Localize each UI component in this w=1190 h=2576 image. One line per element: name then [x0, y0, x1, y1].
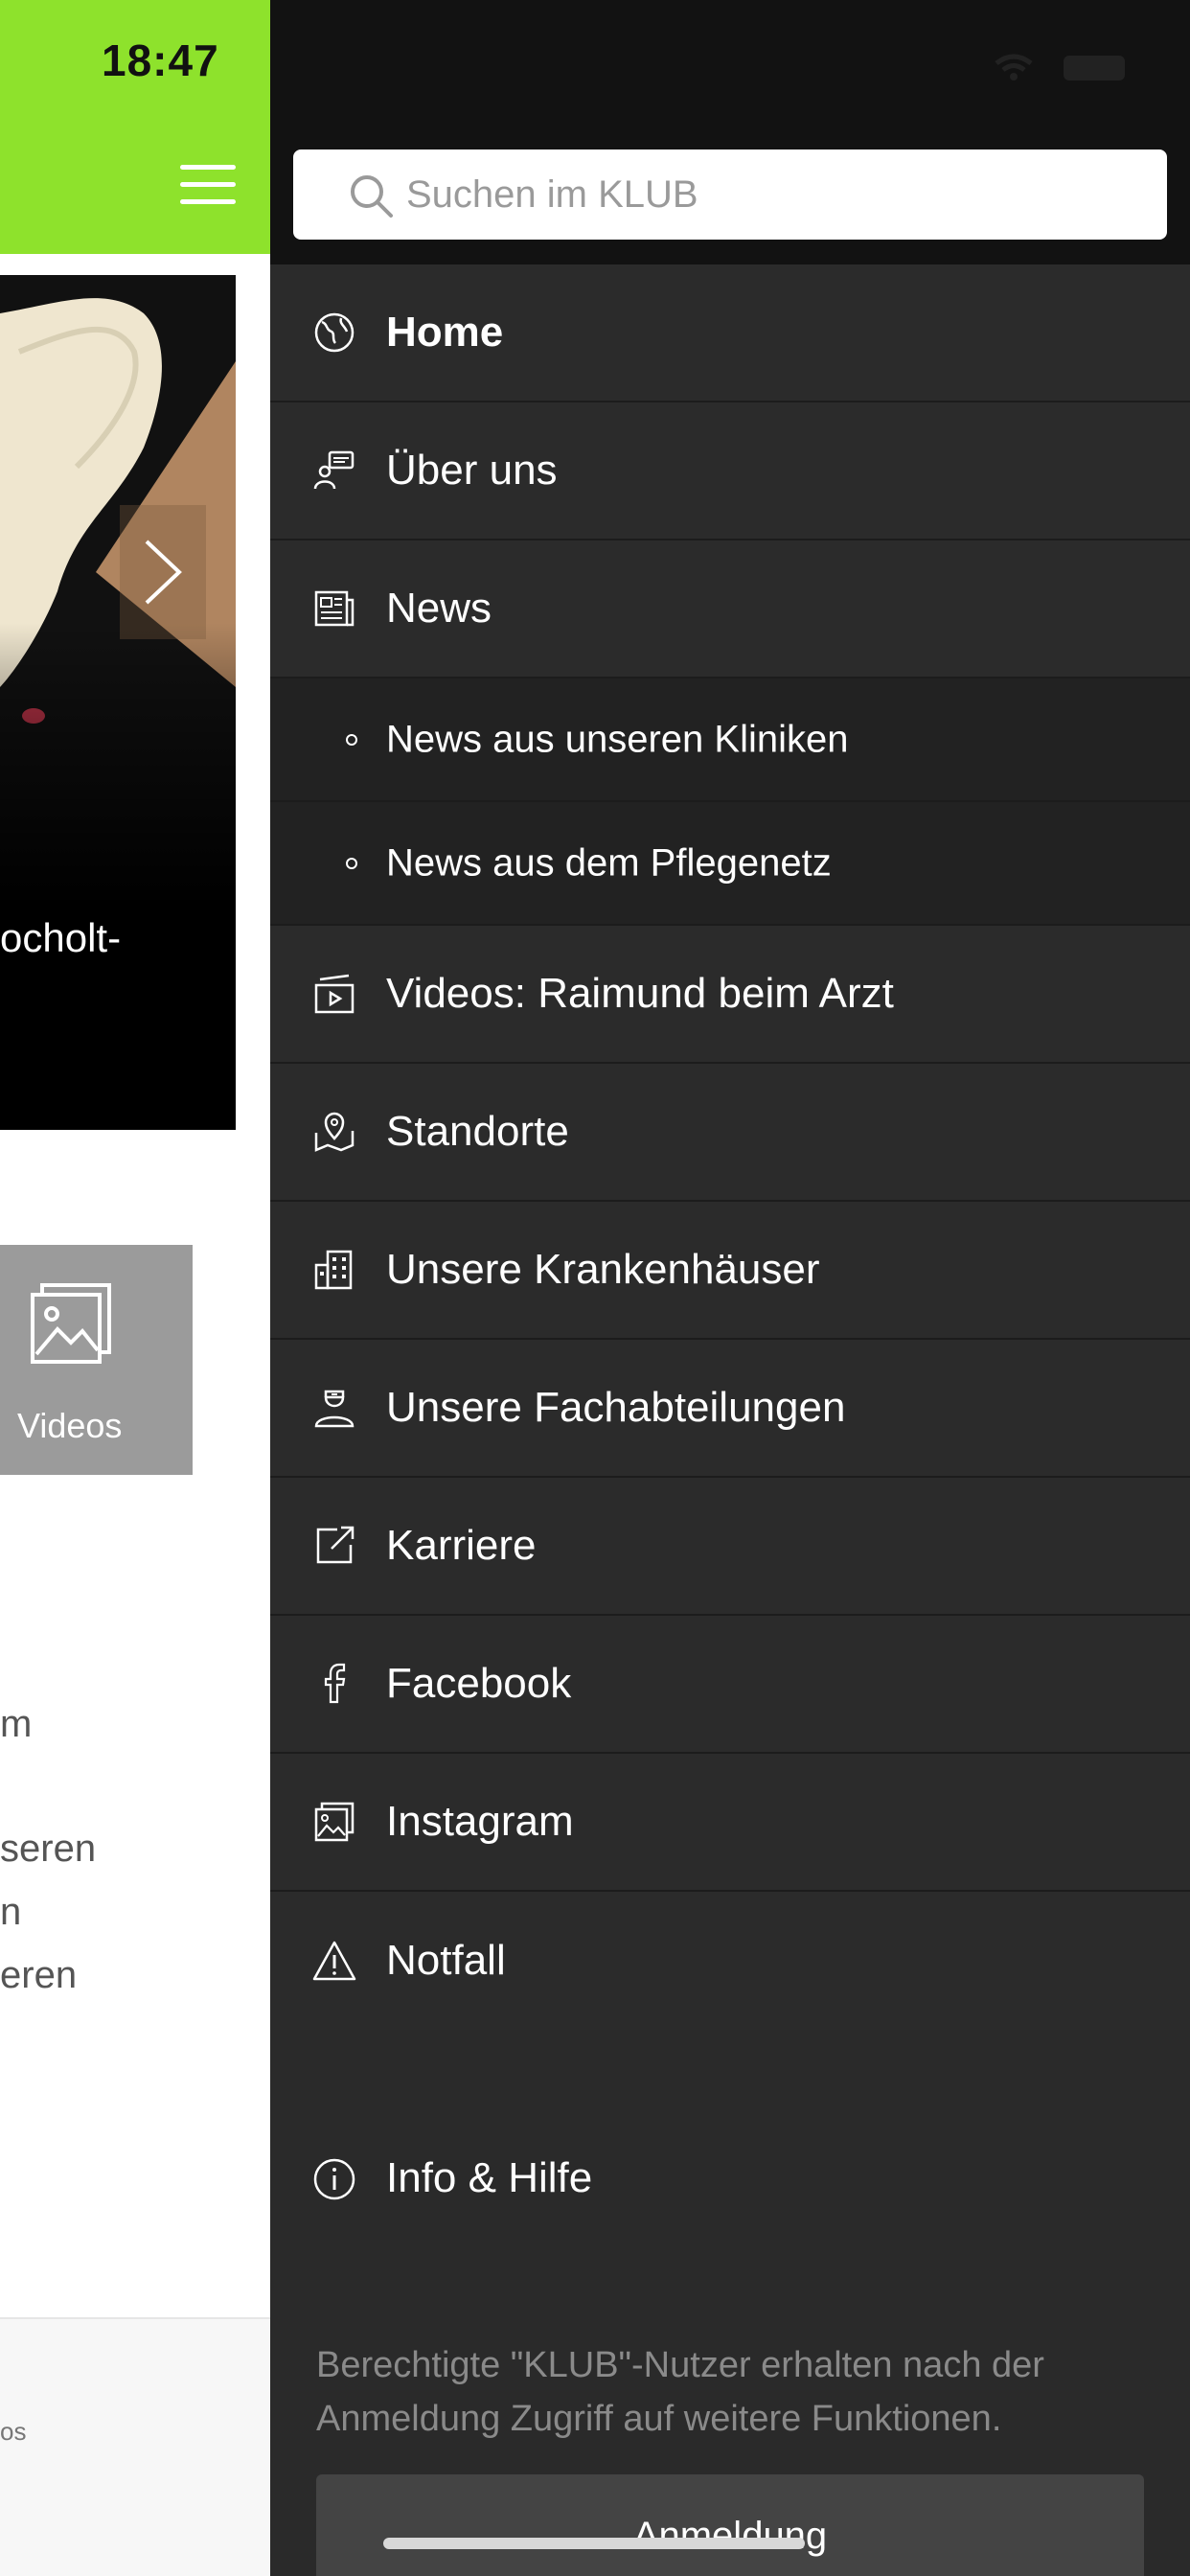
menu-item-label: News aus unseren Kliniken	[386, 718, 849, 760]
gallery-icon	[31, 1283, 111, 1364]
login-button[interactable]: Anmeldung	[316, 2474, 1144, 2576]
background-page: 18:47 ocholt- Videos m seren n eren os	[0, 0, 270, 2576]
globe-icon	[314, 312, 355, 353]
hero-slider[interactable]: ocholt-	[0, 275, 236, 1130]
chat-people-icon	[313, 450, 355, 490]
menu-item-standorte[interactable]: Standorte	[270, 1064, 1190, 1202]
menu-item-label: Notfall	[386, 1937, 506, 1984]
bottom-tab-bar	[0, 2317, 270, 2576]
menu-item-home[interactable]: Home	[270, 264, 1190, 402]
menu-item-label: Über uns	[386, 447, 558, 494]
newspaper-icon	[314, 590, 355, 627]
chevron-right-icon	[145, 540, 182, 605]
warning-icon	[312, 1941, 356, 1981]
videos-tile-label: Videos	[17, 1406, 123, 1445]
app-header: 18:47	[0, 0, 270, 254]
body-text-fragment: seren	[0, 1828, 97, 1870]
menu-item-label: News aus dem Pflegenetz	[386, 841, 832, 884]
search-input[interactable]	[406, 150, 1134, 240]
menu-item-label: Home	[386, 309, 504, 356]
body-text-fragment: m	[0, 1703, 33, 1745]
menu-item-label: Instagram	[386, 1798, 574, 1845]
menu-subitem-news-kliniken[interactable]: News aus unseren Kliniken	[270, 678, 1190, 802]
menu-item-label: Unsere Fachabteilungen	[386, 1384, 846, 1431]
menu-item-news[interactable]: News	[270, 540, 1190, 678]
videos-tile[interactable]: Videos	[0, 1245, 193, 1475]
body-text-fragment: eren	[0, 1954, 78, 1996]
menu-item-label: Standorte	[386, 1108, 569, 1155]
menu-item-instagram[interactable]: Instagram	[270, 1754, 1190, 1892]
doctor-icon	[314, 1390, 355, 1428]
home-indicator	[383, 2538, 805, 2549]
login-note: Berechtigte "KLUB"-Nutzer erhalten nach …	[316, 2345, 1044, 2439]
menu-item-notfall[interactable]: Notfall	[270, 1892, 1190, 2030]
body-text-fragment: n	[0, 1891, 22, 1933]
bottom-tab-label[interactable]: os	[0, 2417, 26, 2447]
menu-item-label: News	[386, 585, 492, 632]
menu-item-label: Videos: Raimund beim Arzt	[386, 970, 894, 1017]
menu-subitem-news-pflegenetz[interactable]: News aus dem Pflegenetz	[270, 802, 1190, 926]
menu-item-videos[interactable]: Videos: Raimund beim Arzt	[270, 926, 1190, 1064]
bullet-icon	[346, 733, 357, 746]
menu-item-ueber-uns[interactable]: Über uns	[270, 402, 1190, 540]
status-time: 18:47	[102, 35, 219, 85]
building-icon	[314, 1250, 353, 1290]
facebook-icon	[324, 1663, 346, 1704]
wifi-icon	[995, 54, 1033, 66]
hero-caption: ocholt-	[0, 915, 122, 960]
menu-top-bar	[270, 0, 1190, 264]
menu-list: Home Über uns News News aus unseren Klin…	[270, 264, 1190, 2030]
map-pin-icon	[314, 1112, 355, 1152]
menu-item-fachabteilungen[interactable]: Unsere Fachabteilungen	[270, 1340, 1190, 1478]
side-menu: Home Über uns News	[270, 0, 1190, 2576]
search-bar[interactable]	[293, 150, 1167, 240]
menu-item-label: Unsere Krankenhäuser	[386, 1246, 820, 1293]
menu-item-label: Karriere	[386, 1522, 537, 1569]
battery-icon	[1064, 56, 1125, 80]
menu-item-karriere[interactable]: Karriere	[270, 1478, 1190, 1616]
info-hilfe-label: Info & Hilfe	[386, 2154, 593, 2201]
bullet-icon	[346, 857, 357, 869]
gallery-icon	[314, 1802, 355, 1842]
menu-item-info-hilfe[interactable]: Info & Hilfe	[270, 2112, 1190, 2246]
video-icon	[314, 974, 355, 1014]
login-button-label: Anmeldung	[632, 2515, 828, 2557]
menu-item-facebook[interactable]: Facebook	[270, 1616, 1190, 1754]
menu-item-label: Facebook	[386, 1660, 572, 1707]
status-icons	[995, 54, 1125, 80]
menu-item-krankenhaeuser[interactable]: Unsere Krankenhäuser	[270, 1202, 1190, 1340]
info-icon	[313, 2158, 355, 2200]
hamburger-menu-icon[interactable]	[180, 163, 236, 207]
search-icon	[351, 175, 393, 218]
external-link-icon	[316, 1526, 355, 1564]
slider-next-button[interactable]	[120, 505, 206, 639]
